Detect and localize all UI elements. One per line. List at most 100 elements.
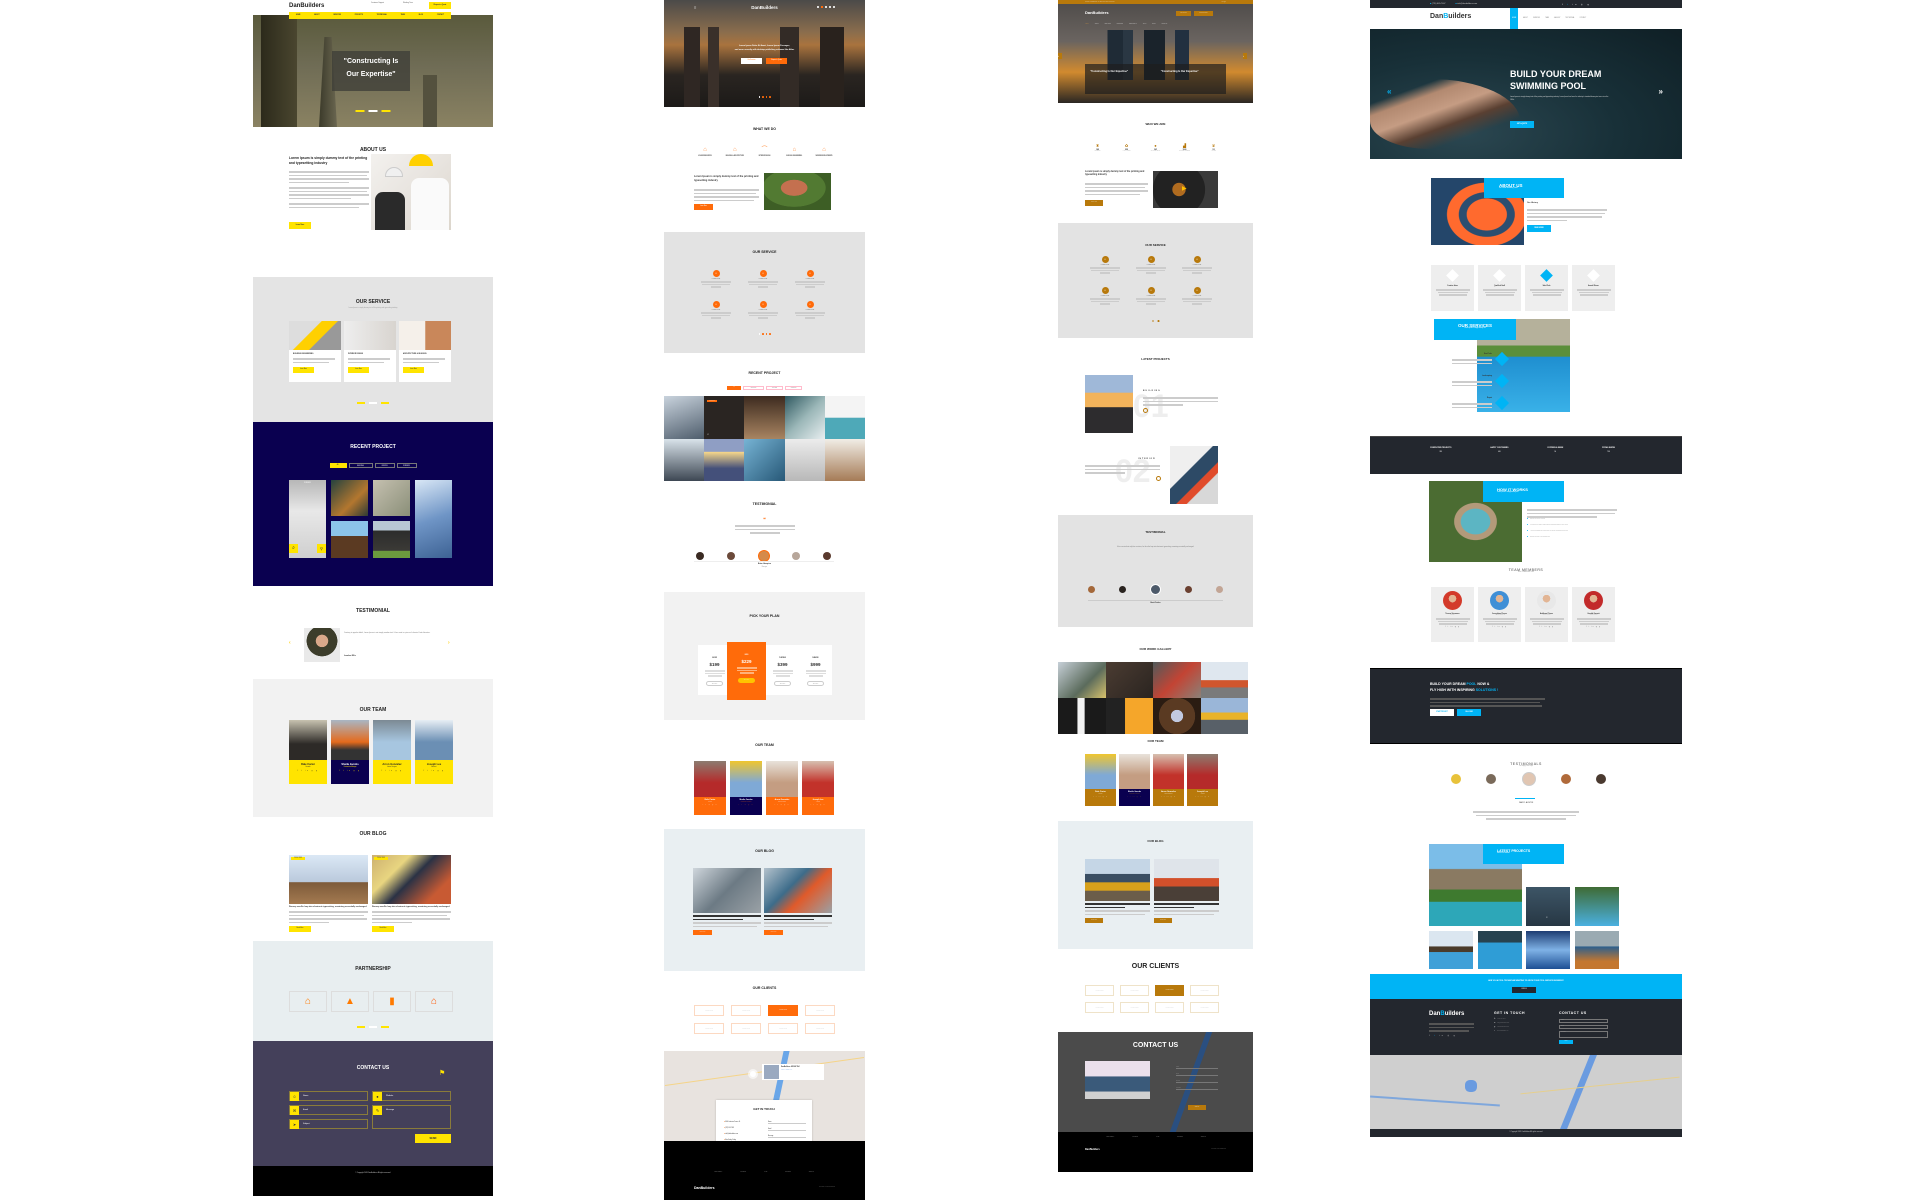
blog-read-more-button[interactable]: Read More bbox=[1085, 918, 1103, 923]
slider-dot[interactable] bbox=[369, 1026, 377, 1028]
team-member-card[interactable]: Teresa Simmons Director f t in ◎ g bbox=[1431, 587, 1474, 642]
project-tile[interactable] bbox=[824, 396, 865, 439]
partner-logo-house-icon[interactable]: ⌂ bbox=[289, 991, 327, 1012]
project-tile[interactable] bbox=[1575, 887, 1619, 926]
map-pin-icon[interactable] bbox=[750, 1071, 756, 1077]
quote-button[interactable]: Request a Quote bbox=[429, 2, 451, 9]
call-now-button[interactable]: CALL NOW bbox=[1457, 709, 1481, 716]
slider-dot[interactable] bbox=[381, 1026, 389, 1028]
client-logo[interactable]: LOREM IPSUM bbox=[805, 1023, 835, 1034]
whatwedo-item[interactable]: ⌂ MODERN DEVELOPMENTS bbox=[811, 147, 837, 157]
team-member-card[interactable]: Addison Flores General Worker f t in ◎ g bbox=[1525, 587, 1568, 642]
blog-post-title[interactable]: Rummy ever5ie leap into electronic types… bbox=[372, 906, 451, 909]
testimonial-avatar[interactable] bbox=[696, 552, 704, 560]
project-tile[interactable] bbox=[744, 396, 785, 439]
team-member-card[interactable]: Sheila Jacobs Construction Manager f t in … bbox=[1119, 754, 1150, 806]
template-preview-blue[interactable]: ■ (715) 605-7007 ■ info@danbuilders.com … bbox=[1370, 0, 1682, 1200]
project-tile[interactable] bbox=[373, 521, 410, 558]
contact-field-name[interactable]: ☺ Name bbox=[289, 1091, 368, 1101]
team-member-card[interactable]: Joseph Lee Architect f t in ◎ g bbox=[802, 761, 834, 815]
nav-home[interactable]: HOME bbox=[296, 15, 301, 16]
testimonial-avatar[interactable] bbox=[1451, 774, 1461, 784]
nav-item[interactable]: TESTIMONIAL bbox=[1129, 24, 1137, 25]
testimonial-avatar[interactable] bbox=[1596, 774, 1606, 784]
team-member-card[interactable]: Joseph Lee Architect f t in ◎ g bbox=[415, 720, 453, 784]
team-member-card[interactable]: Josephine Reyes Project Manager f t in ◎ g bbox=[1478, 587, 1521, 642]
testimonial-avatar[interactable] bbox=[823, 552, 831, 560]
filter-all[interactable]: ALL bbox=[727, 386, 741, 390]
footer-link[interactable]: CONTACT bbox=[1201, 1137, 1206, 1138]
service-item[interactable]: ⌂ LOREM IPSUM bbox=[1089, 287, 1121, 306]
gallery-tile[interactable] bbox=[1200, 662, 1248, 698]
nav-item[interactable]: SERVICES bbox=[1105, 24, 1111, 25]
project-tile[interactable] bbox=[784, 438, 825, 481]
footer-link[interactable]: OUR BLOG bbox=[1132, 1137, 1138, 1138]
nav-services[interactable]: SERVICES bbox=[333, 15, 341, 16]
whatwedo-item[interactable]: ⌂ BUILDING & ARCHITECTURE bbox=[722, 147, 748, 157]
nav-item[interactable]: ABOUT bbox=[1523, 18, 1528, 19]
contact-name-field[interactable]: Name bbox=[1176, 1067, 1218, 1069]
team-member-card[interactable]: Dale Carter Founder f t in ◎ g bbox=[694, 761, 726, 815]
footer-message-field[interactable]: Message bbox=[1559, 1031, 1608, 1038]
blog-post[interactable]: Read More bbox=[764, 868, 832, 948]
footer-link[interactable]: DOCTORS bbox=[1177, 1137, 1182, 1138]
feature-card[interactable]: Safe Work bbox=[1525, 265, 1568, 311]
testimonial-avatar[interactable] bbox=[726, 552, 735, 560]
slider-dot[interactable] bbox=[381, 110, 391, 112]
get-quote-button[interactable]: GET A QUOTE bbox=[1510, 121, 1534, 128]
zoom-icon[interactable]: ⌕ bbox=[289, 544, 298, 553]
team-member-card[interactable]: Sheila Jacobs Construction Manager f t in … bbox=[730, 761, 762, 815]
nav-item[interactable]: SERVICES bbox=[1533, 18, 1540, 19]
contact-subject-field[interactable]: Subject bbox=[1176, 1081, 1218, 1083]
touch-message-field[interactable]: Message bbox=[768, 1136, 806, 1138]
client-logo[interactable]: LOREM IPSUM bbox=[1190, 1002, 1219, 1013]
gallery-tile[interactable] bbox=[1153, 662, 1201, 698]
slider-dot[interactable] bbox=[1157, 320, 1159, 322]
filter-offices[interactable]: OFFICES bbox=[374, 463, 395, 468]
linkedin-icon[interactable] bbox=[825, 6, 827, 8]
feature-card[interactable]: Qualified Staff bbox=[1478, 265, 1521, 311]
footer-name-field[interactable]: Name bbox=[1559, 1019, 1608, 1023]
project-tile[interactable] bbox=[331, 521, 368, 558]
buy-now-button[interactable]: BUY NOW bbox=[807, 680, 824, 686]
nav-item[interactable]: GALLERY bbox=[1554, 18, 1560, 19]
client-logo[interactable]: LOREM IPSUM bbox=[731, 1005, 761, 1016]
service-learn-more-button[interactable]: Learn More bbox=[403, 367, 424, 373]
testimonial-avatar[interactable] bbox=[1088, 586, 1095, 593]
prev-arrow[interactable]: « bbox=[1387, 87, 1391, 96]
filter-interior[interactable]: INTERIOR bbox=[785, 386, 802, 390]
project-tile[interactable] bbox=[704, 438, 745, 481]
project-tile[interactable] bbox=[1478, 931, 1522, 969]
slider-dot[interactable] bbox=[762, 333, 764, 335]
gallery-tile[interactable] bbox=[1105, 698, 1153, 734]
header-quote-button[interactable]: Request a Quote bbox=[1194, 11, 1213, 16]
footer-brand[interactable]: DanBuilders bbox=[694, 1186, 715, 1190]
blog-read-more-button[interactable]: Read More bbox=[372, 926, 394, 932]
client-logo[interactable]: LOREM IPSUM bbox=[1120, 985, 1149, 996]
filter-all[interactable]: ALL bbox=[329, 463, 347, 468]
contact-send-button[interactable]: SEND bbox=[415, 1134, 451, 1143]
whatwedo-item[interactable]: ⌂ BUILDING ENGINEERING bbox=[781, 147, 807, 157]
link-icon[interactable]: ⚲ bbox=[317, 544, 326, 553]
blog-post[interactable]: 21 DEC 2018 Rummy ever5ie leap into elec… bbox=[372, 855, 451, 939]
footer-link[interactable]: ABOUT DENTAL bbox=[714, 1172, 722, 1173]
buy-now-button[interactable]: BUY NOW bbox=[706, 680, 723, 686]
team-member-card[interactable]: Gerald Garrett General Worker f t in ◎ g bbox=[1572, 587, 1615, 642]
feature-card[interactable]: Award Winner bbox=[1572, 265, 1615, 311]
touch-email-field[interactable]: Email bbox=[768, 1129, 806, 1131]
nav-blog[interactable]: BLOG bbox=[419, 15, 423, 16]
footer-email-field[interactable]: Email bbox=[1559, 1025, 1608, 1029]
project-tile[interactable] bbox=[784, 396, 825, 439]
whatwedo-item[interactable]: ⌂ HOUSE RENOVATION bbox=[692, 147, 718, 157]
buy-now-button[interactable]: BUY NOW bbox=[738, 677, 755, 683]
testimonial-avatar[interactable] bbox=[1185, 586, 1192, 593]
whatwedo-learn-more-button[interactable]: Learn More bbox=[694, 204, 713, 210]
nav-team[interactable]: TEAM bbox=[401, 15, 405, 16]
footer-brand[interactable]: DanBuilders bbox=[1429, 1011, 1464, 1017]
footer-link[interactable]: CONTACT bbox=[809, 1172, 814, 1173]
gallery-tile[interactable] bbox=[1105, 662, 1153, 698]
pricing-plan-card[interactable]: PLATINUM $399 BUY NOW bbox=[766, 645, 799, 695]
gallery-tile[interactable] bbox=[1153, 698, 1201, 734]
footer-link[interactable]: CARE bbox=[764, 1172, 767, 1173]
service-card[interactable]: BUILDING ENGINEERING Learn More bbox=[289, 321, 341, 382]
